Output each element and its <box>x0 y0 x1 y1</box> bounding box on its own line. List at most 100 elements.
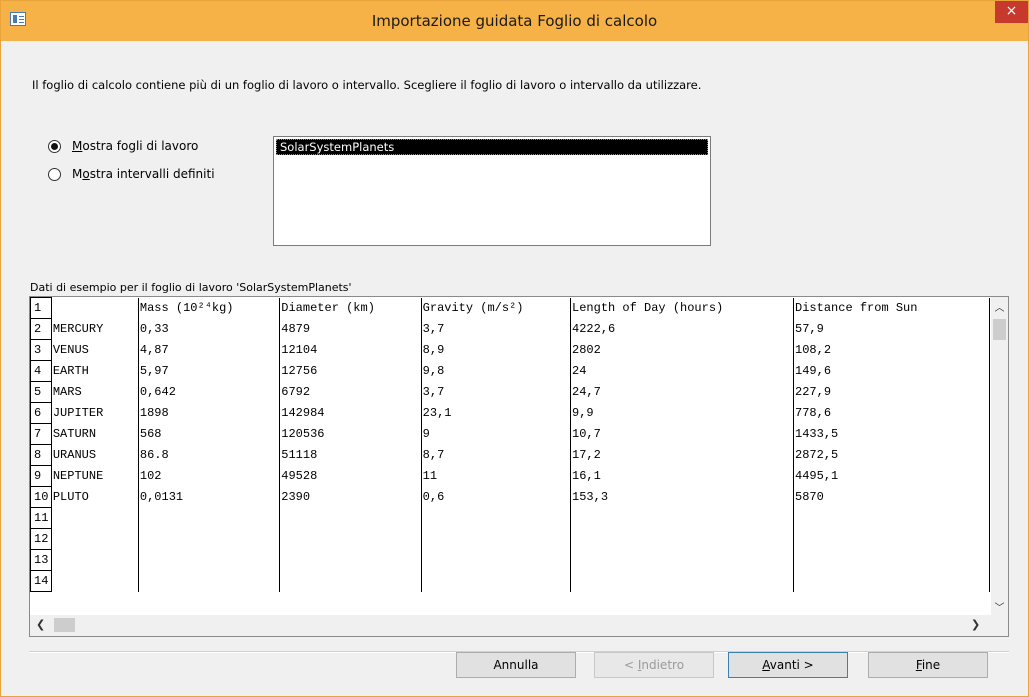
row-number: 5 <box>30 381 52 403</box>
table-cell: 12104 <box>279 339 422 361</box>
vertical-scrollbar[interactable]: ︿ ﹀ <box>991 297 1008 616</box>
scroll-up-icon[interactable]: ︿ <box>991 299 1008 314</box>
table-row: 4 EARTH 5,97 12756 9,8 24 149,6 <box>30 360 990 382</box>
table-row: 2 MERCURY 0,33 4879 3,7 4222,6 57,9 <box>30 318 990 340</box>
table-cell: 24,7 <box>570 381 795 403</box>
table-cell: MERCURY <box>51 318 139 340</box>
table-cell: EARTH <box>51 360 139 382</box>
scroll-down-icon[interactable]: ﹀ <box>991 599 1008 614</box>
table-cell <box>51 528 139 550</box>
table-cell <box>570 528 795 550</box>
table-row: 13 <box>30 549 990 571</box>
table-cell: 8,9 <box>421 339 572 361</box>
scroll-right-icon[interactable]: ❯ <box>971 618 980 631</box>
table-cell: 10,7 <box>570 423 795 445</box>
wizard-body: Il foglio di calcolo contiene più di un … <box>8 41 1022 691</box>
table-cell <box>279 570 422 592</box>
table-cell <box>279 549 422 571</box>
table-row: 10 PLUTO 0,0131 2390 0,6 153,3 5870 <box>30 486 990 508</box>
radio-show-ranges-label: Mostra intervalli definiti <box>72 167 215 181</box>
data-table: 1 Mass (10²⁴kg) Diameter (km) Gravity (m/s²… <box>30 297 990 592</box>
table-cell: Distance from Sun <box>793 297 990 319</box>
table-cell: 120536 <box>279 423 422 445</box>
horizontal-scroll-thumb[interactable] <box>54 618 75 632</box>
row-number: 8 <box>30 444 52 466</box>
scroll-left-icon[interactable]: ❮ <box>36 618 45 631</box>
table-cell: 227,9 <box>793 381 990 403</box>
radio-button-selected[interactable] <box>48 139 61 153</box>
row-number: 13 <box>30 549 52 571</box>
table-cell: Diameter (km) <box>279 297 422 319</box>
table-row: 9 NEPTUNE 102 49528 11 16,1 4495,1 <box>30 465 990 487</box>
radio-show-ranges[interactable]: Mostra intervalli definiti <box>48 167 215 181</box>
table-cell: 108,2 <box>793 339 990 361</box>
table-cell: 3,7 <box>421 318 572 340</box>
table-cell: VENUS <box>51 339 139 361</box>
title-bar[interactable]: Importazione guidata Foglio di calcolo × <box>1 1 1028 41</box>
sheet-list-item[interactable]: SolarSystemPlanets <box>276 139 708 155</box>
table-row: 12 <box>30 528 990 550</box>
table-cell <box>51 549 139 571</box>
vertical-scroll-thumb[interactable] <box>993 319 1006 340</box>
radio-button-unselected[interactable] <box>48 167 61 181</box>
table-cell: 0,33 <box>138 318 281 340</box>
row-number: 1 <box>30 297 52 319</box>
table-cell <box>279 507 422 529</box>
table-cell: 5870 <box>793 486 990 508</box>
table-cell <box>793 507 990 529</box>
table-cell: 142984 <box>279 402 422 424</box>
row-number: 9 <box>30 465 52 487</box>
table-cell: 5,97 <box>138 360 281 382</box>
table-cell <box>138 528 281 550</box>
row-number: 2 <box>30 318 52 340</box>
table-row: 5 MARS 0,642 6792 3,7 24,7 227,9 <box>30 381 990 403</box>
table-cell: 1433,5 <box>793 423 990 445</box>
table-cell <box>793 570 990 592</box>
back-button[interactable]: < Indietro <box>594 652 714 678</box>
table-cell <box>421 507 572 529</box>
table-cell: 49528 <box>279 465 422 487</box>
table-cell <box>51 297 139 319</box>
table-cell <box>421 528 572 550</box>
table-cell: 51118 <box>279 444 422 466</box>
table-cell: SATURN <box>51 423 139 445</box>
radio-show-sheets[interactable]: Mostra fogli di lavoro <box>48 139 198 153</box>
table-cell: 3,7 <box>421 381 572 403</box>
finish-button[interactable]: Fine <box>868 652 988 678</box>
sample-data-label: Dati di esempio per il foglio di lavoro … <box>30 281 352 294</box>
table-cell: 2390 <box>279 486 422 508</box>
table-cell: URANUS <box>51 444 139 466</box>
row-number: 11 <box>30 507 52 529</box>
row-number: 6 <box>30 402 52 424</box>
sheet-listbox[interactable]: SolarSystemPlanets <box>273 136 711 246</box>
table-cell: 9,9 <box>570 402 795 424</box>
table-row: 11 <box>30 507 990 529</box>
close-button[interactable]: × <box>995 1 1028 23</box>
table-cell: 0,0131 <box>138 486 281 508</box>
horizontal-scrollbar[interactable]: ❮ ❯ <box>30 615 1008 636</box>
row-number: 10 <box>30 486 52 508</box>
table-cell: 16,1 <box>570 465 795 487</box>
table-cell: 4879 <box>279 318 422 340</box>
table-row: 3 VENUS 4,87 12104 8,9 2802 108,2 <box>30 339 990 361</box>
table-cell <box>51 507 139 529</box>
next-button[interactable]: Avanti > <box>728 652 848 678</box>
cancel-button[interactable]: Annulla <box>456 652 576 678</box>
table-cell: 4495,1 <box>793 465 990 487</box>
row-number: 7 <box>30 423 52 445</box>
intro-text: Il foglio di calcolo contiene più di un … <box>32 78 702 92</box>
table-cell <box>138 507 281 529</box>
sample-data-grid[interactable]: 1 Mass (10²⁴kg) Diameter (km) Gravity (m/s²… <box>29 296 1009 637</box>
window-title: Importazione guidata Foglio di calcolo <box>371 12 658 30</box>
table-cell <box>51 570 139 592</box>
table-cell: 0,642 <box>138 381 281 403</box>
table-cell <box>570 570 795 592</box>
table-row: 7 SATURN 568 120536 9 10,7 1433,5 <box>30 423 990 445</box>
table-cell: 2872,5 <box>793 444 990 466</box>
table-cell: 86.8 <box>138 444 281 466</box>
table-cell: 8,7 <box>421 444 572 466</box>
table-cell <box>793 528 990 550</box>
table-cell: 568 <box>138 423 281 445</box>
table-cell: 9 <box>421 423 572 445</box>
table-cell: JUPITER <box>51 402 139 424</box>
